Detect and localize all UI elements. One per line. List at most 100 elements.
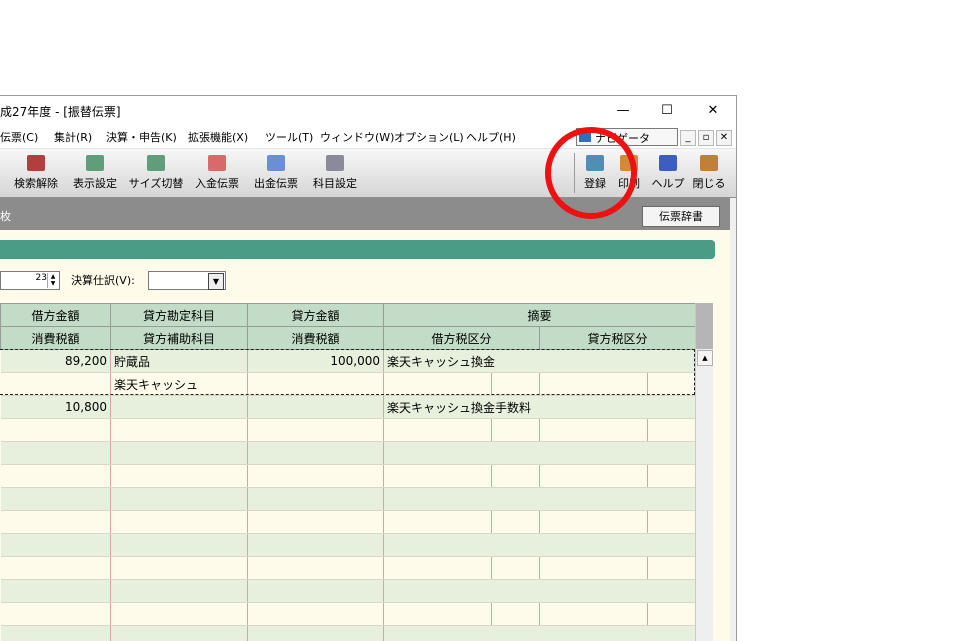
credit-amount-cell[interactable]: [248, 580, 384, 603]
credit-tax-class-extra-cell[interactable]: [648, 603, 696, 626]
debit-amount-cell[interactable]: [1, 626, 111, 641]
credit-tax-class-extra-cell[interactable]: [648, 465, 696, 488]
debit-amount-cell[interactable]: 10,800: [1, 396, 111, 419]
table-row[interactable]: [1, 580, 696, 603]
credit-account-cell[interactable]: [111, 534, 248, 557]
credit-account-cell[interactable]: [111, 396, 248, 419]
table-row[interactable]: [1, 626, 696, 641]
memo-cell[interactable]: [384, 488, 696, 511]
credit-amount-cell[interactable]: [248, 534, 384, 557]
credit-amount-cell[interactable]: [248, 557, 384, 580]
table-row[interactable]: [1, 557, 696, 580]
menu-denpyo[interactable]: 伝票(C): [0, 129, 38, 145]
debit-amount-cell[interactable]: [1, 511, 111, 534]
debit-amount-cell[interactable]: 89,200: [1, 350, 111, 373]
table-row[interactable]: [1, 419, 696, 442]
table-row[interactable]: [1, 442, 696, 465]
debit-tax-class-cell[interactable]: [384, 511, 492, 534]
table-row[interactable]: 10,800 楽天キャッシュ換金手数料: [1, 396, 696, 419]
credit-amount-cell[interactable]: [248, 442, 384, 465]
help-button[interactable]: ヘルプ: [650, 151, 686, 195]
mdi-close-button[interactable]: ✕: [716, 130, 732, 146]
memo-cell[interactable]: 楽天キャッシュ換金: [384, 350, 696, 373]
memo-cell[interactable]: 楽天キャッシュ換金手数料: [384, 396, 696, 419]
credit-amount-cell[interactable]: [248, 603, 384, 626]
search-clear-button[interactable]: 検索解除: [10, 151, 62, 195]
credit-tax-class-extra-cell[interactable]: [648, 419, 696, 442]
memo-cell[interactable]: [384, 580, 696, 603]
display-settings-button[interactable]: 表示設定: [68, 151, 122, 195]
debit-tax-class-cell[interactable]: [384, 603, 492, 626]
close-button[interactable]: 閉じる: [690, 151, 728, 195]
deposit-slip-button[interactable]: 入金伝票: [190, 151, 244, 195]
menu-kakucho[interactable]: 拡張機能(X): [188, 129, 248, 145]
debit-amount-cell[interactable]: [1, 442, 111, 465]
menu-shukei[interactable]: 集計(R): [54, 129, 92, 145]
window-close-button[interactable]: ✕: [690, 96, 736, 126]
slip-dictionary-button[interactable]: 伝票辞書: [642, 206, 720, 227]
credit-amount-cell[interactable]: [248, 419, 384, 442]
table-row[interactable]: [1, 465, 696, 488]
credit-amount-cell[interactable]: 100,000: [248, 350, 384, 373]
scroll-up-icon[interactable]: ▲: [697, 350, 713, 366]
credit-account-cell[interactable]: [111, 488, 248, 511]
memo-cell[interactable]: [384, 534, 696, 557]
credit-tax-class-cell[interactable]: [540, 557, 648, 580]
debit-amount-cell[interactable]: [1, 373, 111, 396]
resize-button[interactable]: サイズ切替: [126, 151, 186, 195]
credit-amount-cell[interactable]: [248, 511, 384, 534]
table-row[interactable]: [1, 534, 696, 557]
withdrawal-slip-button[interactable]: 出金伝票: [249, 151, 303, 195]
credit-tax-class-extra-cell[interactable]: [648, 557, 696, 580]
table-row[interactable]: [1, 511, 696, 534]
credit-tax-class-cell[interactable]: [540, 373, 648, 396]
menu-help[interactable]: ヘルプ(H): [466, 129, 516, 145]
credit-amount-cell[interactable]: [248, 465, 384, 488]
credit-account-cell[interactable]: [111, 557, 248, 580]
mdi-minimize-button[interactable]: _: [680, 130, 696, 146]
credit-account-cell[interactable]: [111, 465, 248, 488]
maximize-button[interactable]: ☐: [644, 96, 690, 126]
credit-amount-cell[interactable]: [248, 373, 384, 396]
credit-account-cell[interactable]: 楽天キャッシュ: [111, 373, 248, 396]
debit-tax-class-cell[interactable]: [384, 557, 492, 580]
credit-account-cell[interactable]: [111, 580, 248, 603]
debit-tax-class-extra-cell[interactable]: [492, 373, 540, 396]
kessan-select[interactable]: ▼: [148, 271, 226, 290]
credit-account-cell[interactable]: [111, 603, 248, 626]
mdi-restore-button[interactable]: ▫: [698, 130, 714, 146]
credit-tax-class-cell[interactable]: [540, 511, 648, 534]
debit-tax-class-extra-cell[interactable]: [492, 465, 540, 488]
chevron-down-icon[interactable]: ▼: [208, 273, 224, 290]
menu-option[interactable]: オプション(L): [394, 129, 464, 145]
debit-tax-class-cell[interactable]: [384, 373, 492, 396]
debit-amount-cell[interactable]: [1, 534, 111, 557]
spinner-arrows-icon[interactable]: ▲▼: [47, 273, 58, 288]
credit-account-cell[interactable]: 貯蔵品: [111, 350, 248, 373]
credit-account-cell[interactable]: [111, 626, 248, 641]
credit-amount-cell[interactable]: [248, 488, 384, 511]
date-spinner[interactable]: 23 ▲▼: [0, 271, 60, 290]
debit-amount-cell[interactable]: [1, 580, 111, 603]
credit-tax-class-cell[interactable]: [540, 419, 648, 442]
debit-amount-cell[interactable]: [1, 603, 111, 626]
debit-amount-cell[interactable]: [1, 557, 111, 580]
credit-account-cell[interactable]: [111, 511, 248, 534]
credit-account-cell[interactable]: [111, 442, 248, 465]
credit-account-cell[interactable]: [111, 419, 248, 442]
memo-cell[interactable]: [384, 626, 696, 641]
debit-tax-class-extra-cell[interactable]: [492, 603, 540, 626]
minimize-button[interactable]: —: [600, 96, 646, 126]
vertical-scrollbar[interactable]: ▲: [695, 303, 713, 641]
debit-tax-class-extra-cell[interactable]: [492, 419, 540, 442]
credit-amount-cell[interactable]: [248, 626, 384, 641]
menu-kessan[interactable]: 決算・申告(K): [106, 129, 177, 145]
debit-tax-class-extra-cell[interactable]: [492, 557, 540, 580]
credit-tax-class-extra-cell[interactable]: [648, 511, 696, 534]
debit-amount-cell[interactable]: [1, 465, 111, 488]
table-row[interactable]: [1, 603, 696, 626]
debit-tax-class-cell[interactable]: [384, 465, 492, 488]
table-row[interactable]: 89,200貯蔵品100,000楽天キャッシュ換金: [1, 350, 696, 373]
account-settings-button[interactable]: 科目設定: [307, 151, 363, 195]
credit-tax-class-cell[interactable]: [540, 603, 648, 626]
